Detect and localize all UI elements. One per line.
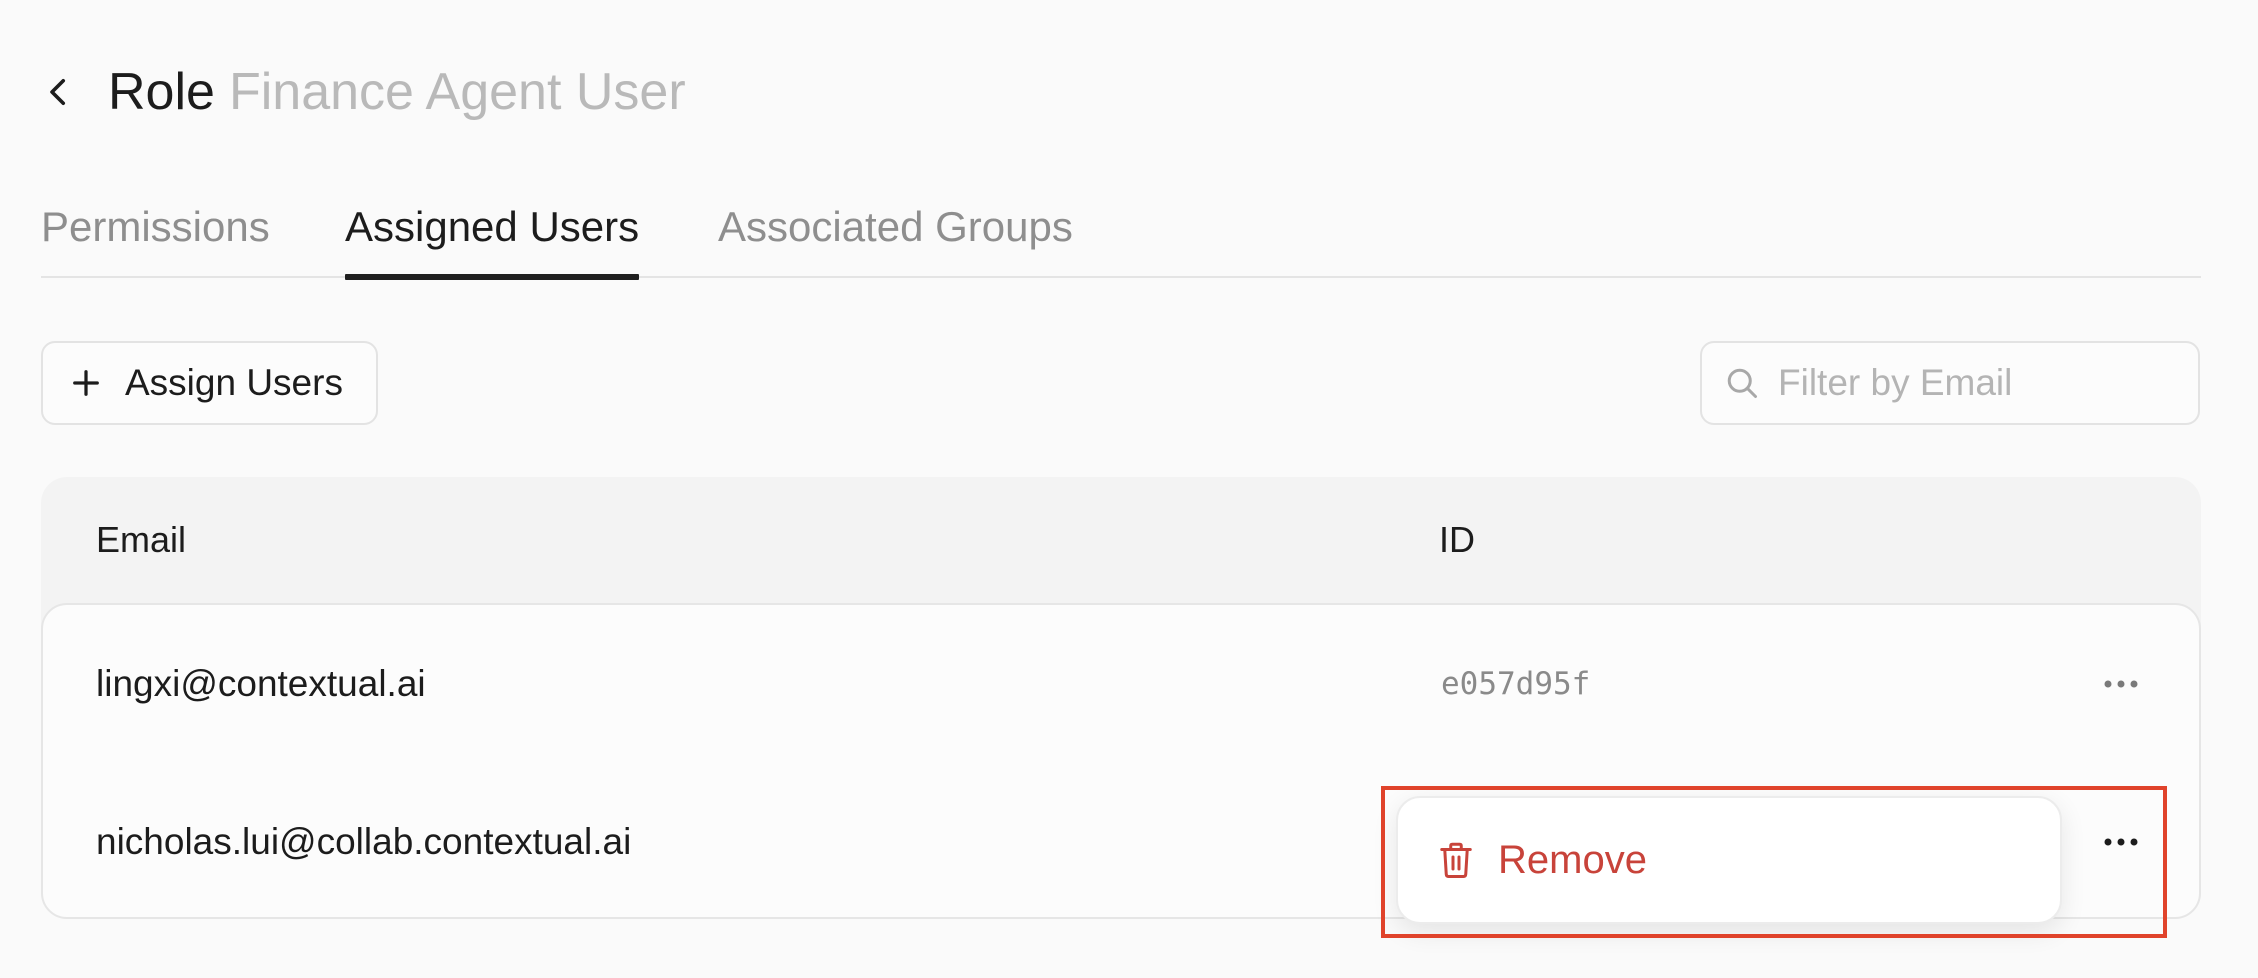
table-row: lingxi@contextual.ai e057d95f [43, 605, 2199, 763]
chevron-left-icon [50, 78, 66, 106]
filter-box[interactable] [1700, 341, 2200, 425]
tab-bar: Permissions Assigned Users Associated Gr… [41, 196, 2201, 280]
row-email: nicholas.lui@collab.contextual.ai [96, 821, 632, 862]
page-header: Role Finance Agent User [40, 58, 686, 126]
column-header-email: Email [96, 519, 187, 560]
row-actions-button[interactable] [2095, 763, 2147, 921]
assign-users-label: Assign Users [125, 362, 343, 403]
table-header: Email ID [41, 477, 2201, 603]
assign-users-button[interactable]: Assign Users [41, 341, 378, 425]
more-horizontal-icon [2104, 680, 2138, 688]
column-header-id: ID [1439, 519, 1475, 560]
filter-email-input[interactable] [1778, 362, 2178, 404]
row-actions-button[interactable] [2095, 605, 2147, 763]
trash-icon [1440, 842, 1472, 878]
tab-permissions[interactable]: Permissions [41, 196, 270, 278]
tab-associated-groups[interactable]: Associated Groups [718, 196, 1073, 278]
remove-menu-item[interactable]: Remove [1498, 838, 1647, 883]
title-role-label: Role [108, 63, 215, 121]
tab-assigned-users[interactable]: Assigned Users [345, 196, 640, 280]
search-icon [1727, 368, 1757, 398]
row-email: lingxi@contextual.ai [96, 663, 426, 704]
back-button[interactable] [40, 74, 76, 110]
page-title: Role Finance Agent User [108, 58, 686, 126]
title-role-name: Finance Agent User [228, 63, 686, 121]
row-context-menu: Remove [1396, 796, 2062, 924]
row-id: e057d95f [1441, 666, 1591, 702]
more-horizontal-icon [2104, 838, 2138, 846]
plus-icon [73, 370, 99, 396]
role-detail-page: Role Finance Agent User Permissions Assig… [0, 0, 2258, 978]
